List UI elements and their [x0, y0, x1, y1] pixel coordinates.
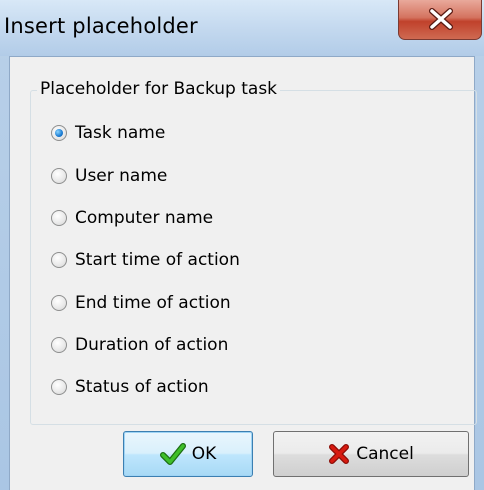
radio-computer-name[interactable]: Computer name	[51, 205, 213, 231]
radio-button[interactable]	[51, 168, 67, 184]
radio-user-name[interactable]: User name	[51, 163, 167, 189]
radio-label: Duration of action	[75, 335, 229, 355]
radio-label: Computer name	[75, 208, 214, 228]
radio-button[interactable]	[51, 379, 67, 395]
radio-label: User name	[75, 166, 168, 186]
cancel-button[interactable]: Cancel	[273, 431, 469, 477]
radio-button[interactable]	[51, 252, 67, 268]
radio-label: Start time of action	[75, 250, 240, 270]
groupbox-title: Placeholder for Backup task	[37, 79, 281, 99]
radio-task-name[interactable]: Task name	[51, 120, 165, 146]
close-x-icon	[429, 8, 453, 30]
dialog-window: Insert placeholder Placeholder for Backu…	[0, 0, 484, 490]
green-checkmark-icon	[159, 443, 186, 465]
radio-button[interactable]	[51, 337, 67, 353]
close-button[interactable]	[398, 0, 482, 40]
radio-button[interactable]	[51, 125, 67, 141]
radio-button[interactable]	[51, 295, 67, 311]
ok-button[interactable]: OK	[123, 431, 253, 477]
radio-start-time[interactable]: Start time of action	[51, 247, 240, 273]
radio-label: Task name	[75, 123, 166, 143]
radio-label: Status of action	[75, 377, 209, 397]
window-title: Insert placeholder	[4, 14, 198, 38]
radio-label: End time of action	[75, 293, 231, 313]
cancel-button-label: Cancel	[356, 444, 414, 464]
red-x-icon	[328, 443, 350, 465]
ok-button-label: OK	[191, 444, 217, 464]
radio-status[interactable]: Status of action	[51, 374, 209, 400]
radio-duration[interactable]: Duration of action	[51, 332, 228, 358]
radio-button[interactable]	[51, 210, 67, 226]
radio-end-time[interactable]: End time of action	[51, 290, 231, 316]
dialog-client-area: Placeholder for Backup task Task name Us…	[9, 56, 477, 490]
titlebar[interactable]: Insert placeholder	[0, 0, 484, 56]
placeholder-groupbox: Placeholder for Backup task Task name Us…	[30, 79, 477, 425]
